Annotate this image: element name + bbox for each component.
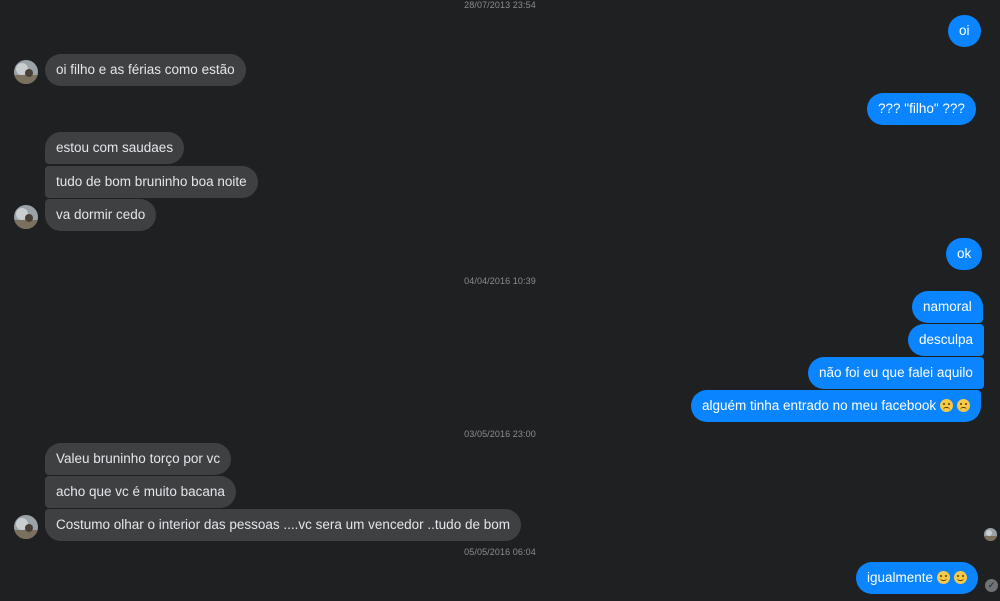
message-text: igualmente xyxy=(867,570,934,585)
seen-avatar xyxy=(984,528,997,541)
message-outgoing[interactable]: desculpa xyxy=(908,324,985,356)
message-incoming[interactable]: tudo de bom bruninho boa noite xyxy=(45,166,258,198)
message-outgoing[interactable]: alguém tinha entrado no meu facebook xyxy=(691,390,982,422)
contact-avatar[interactable] xyxy=(14,205,38,229)
timestamp: 05/05/2016 06:04 xyxy=(464,547,536,557)
contact-avatar[interactable] xyxy=(14,60,38,84)
message-outgoing[interactable]: não foi eu que falei aquilo xyxy=(808,357,984,389)
message-outgoing[interactable]: namoral xyxy=(912,291,983,323)
message-incoming[interactable]: acho que vc é muito bacana xyxy=(45,476,236,508)
sad-face-emoji xyxy=(957,399,971,412)
timestamp: 03/05/2016 23:00 xyxy=(464,429,536,439)
message-incoming[interactable]: Costumo olhar o interior das pessoas ...… xyxy=(45,509,521,541)
message-outgoing[interactable]: ok xyxy=(946,238,983,270)
delivered-check-icon: ✓ xyxy=(985,579,998,592)
contact-avatar[interactable] xyxy=(14,515,38,539)
message-incoming[interactable]: Valeu bruninho torço por vc xyxy=(45,443,232,475)
message-incoming[interactable]: va dormir cedo xyxy=(45,199,157,231)
slightly-smiling-face-emoji xyxy=(937,571,951,584)
message-incoming[interactable]: oi filho e as férias como estão xyxy=(45,54,246,86)
timestamp: 28/07/2013 23:54 xyxy=(464,0,536,10)
message-outgoing[interactable]: ??? "filho" ??? xyxy=(867,93,976,125)
message-outgoing[interactable]: igualmente xyxy=(856,562,979,594)
message-outgoing[interactable]: oi xyxy=(948,15,981,47)
timestamp: 04/04/2016 10:39 xyxy=(464,276,536,286)
confused-face-emoji xyxy=(940,399,954,412)
message-text: alguém tinha entrado no meu facebook xyxy=(702,398,937,413)
message-incoming[interactable]: estou com saudaes xyxy=(45,132,185,164)
winking-face-emoji xyxy=(954,571,968,584)
